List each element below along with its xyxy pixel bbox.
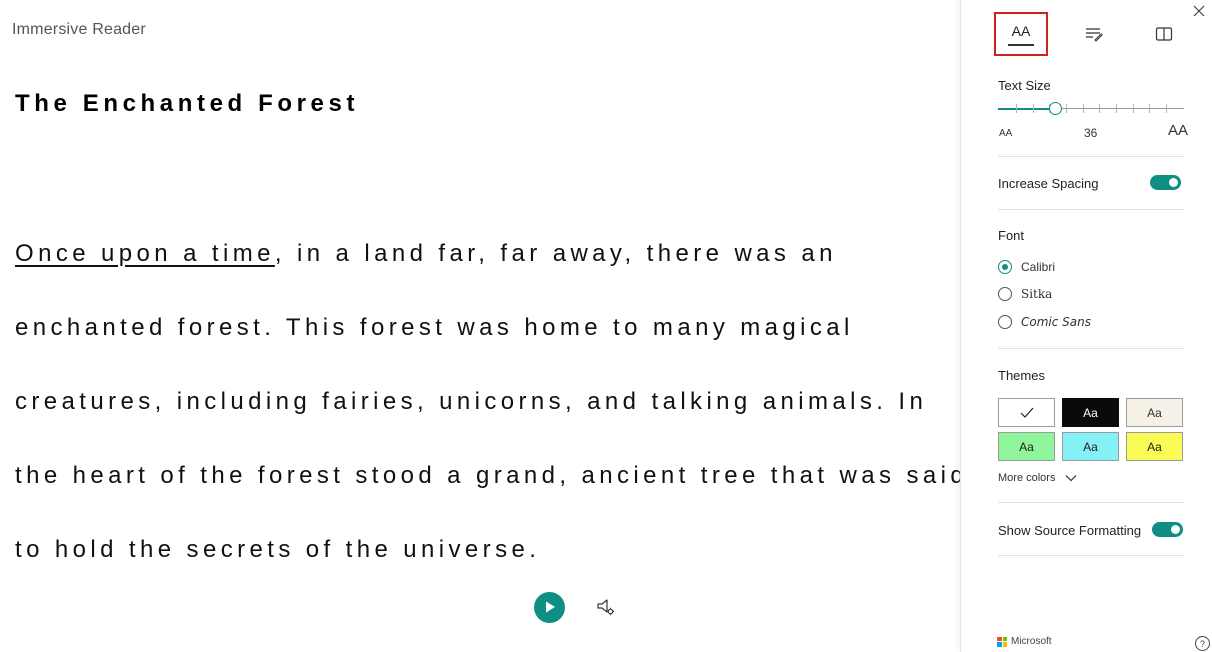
large-text-icon: AA bbox=[1168, 122, 1189, 139]
tab-grammar-options[interactable] bbox=[1067, 12, 1121, 56]
reader-area: Immersive Reader The Enchanted Forest On… bbox=[0, 0, 960, 652]
theme-swatch[interactable]: Aa bbox=[1062, 398, 1119, 427]
theme-swatch-label: Aa bbox=[1019, 439, 1034, 454]
read-aloud-highlight[interactable]: Once upon a time bbox=[15, 240, 275, 267]
font-label: Font bbox=[998, 228, 1025, 243]
help-icon: ? bbox=[1199, 638, 1205, 649]
document-line[interactable]: enchanted forest. This forest was home t… bbox=[15, 314, 854, 342]
theme-swatch[interactable]: Aa bbox=[1126, 398, 1183, 427]
panel-tabs: AA bbox=[994, 12, 1194, 58]
font-option-comic-sans[interactable]: Comic Sans bbox=[998, 313, 1091, 331]
tab-reading-preferences[interactable] bbox=[1137, 12, 1191, 56]
slider-thumb[interactable] bbox=[1048, 102, 1062, 115]
font-option-label: Comic Sans bbox=[1021, 315, 1091, 329]
text-size-slider[interactable] bbox=[998, 100, 1184, 118]
font-option-label: Sitka bbox=[1021, 287, 1053, 301]
document-line[interactable]: Once upon a time, in a land far, far awa… bbox=[15, 240, 837, 268]
theme-swatch[interactable] bbox=[998, 398, 1055, 427]
small-text-icon: AA bbox=[999, 128, 1013, 139]
text-size-value: 36 bbox=[1084, 126, 1098, 140]
text-size-icon: AA bbox=[1011, 23, 1031, 39]
microsoft-brand: Microsoft bbox=[997, 636, 1052, 647]
font-option-calibri[interactable]: Calibri bbox=[998, 258, 1055, 276]
tab-text-preferences[interactable]: AA bbox=[994, 12, 1048, 56]
settings-panel: AA Text Size AA 36 AA Increase Spacing F… bbox=[960, 0, 1212, 652]
radio-button[interactable] bbox=[998, 287, 1012, 301]
slider-tick bbox=[1149, 104, 1151, 113]
document-line[interactable]: creatures, including fairies, unicorns, … bbox=[15, 388, 927, 416]
theme-swatch-label: Aa bbox=[1147, 439, 1162, 454]
line-text: , in a land far, far away, there was an bbox=[274, 240, 837, 267]
slider-tick bbox=[1132, 104, 1134, 113]
slider-tick bbox=[1032, 104, 1034, 113]
show-source-formatting-toggle[interactable] bbox=[1152, 522, 1183, 537]
theme-swatch[interactable]: Aa bbox=[1062, 432, 1119, 461]
theme-swatch-label: Aa bbox=[1083, 405, 1098, 420]
text-size-label: Text Size bbox=[998, 78, 1051, 93]
voice-settings-button[interactable] bbox=[595, 596, 617, 618]
checkmark-icon bbox=[1020, 407, 1033, 418]
increase-spacing-toggle[interactable] bbox=[1150, 175, 1181, 190]
chevron-down-icon bbox=[1066, 475, 1077, 482]
play-button[interactable] bbox=[534, 591, 565, 623]
active-tab-indicator bbox=[1008, 44, 1034, 46]
slider-tick bbox=[1082, 104, 1084, 113]
radio-button[interactable] bbox=[998, 315, 1012, 329]
divider bbox=[998, 348, 1184, 349]
themes-label: Themes bbox=[998, 368, 1045, 383]
font-option-sitka[interactable]: Sitka bbox=[998, 285, 1052, 303]
theme-swatch-label: Aa bbox=[1147, 405, 1162, 420]
increase-spacing-label: Increase Spacing bbox=[998, 176, 1099, 191]
font-option-label: Calibri bbox=[1021, 260, 1056, 274]
help-button[interactable]: ? bbox=[1195, 636, 1210, 651]
slider-fill bbox=[998, 108, 1056, 110]
playback-bar bbox=[534, 591, 617, 623]
close-icon bbox=[1193, 5, 1205, 17]
slider-tick bbox=[1116, 104, 1117, 113]
play-icon bbox=[545, 601, 555, 613]
brand-name: Microsoft bbox=[1011, 636, 1052, 647]
show-source-formatting-label: Show Source Formatting bbox=[998, 523, 1142, 538]
divider bbox=[998, 555, 1184, 556]
book-icon bbox=[1155, 27, 1173, 41]
radio-button[interactable] bbox=[998, 260, 1012, 274]
theme-swatch[interactable]: Aa bbox=[1126, 432, 1183, 461]
divider bbox=[998, 156, 1184, 157]
microsoft-logo-icon bbox=[997, 636, 1007, 647]
slider-tick bbox=[1016, 104, 1017, 113]
slider-tick bbox=[1066, 104, 1067, 113]
divider bbox=[998, 502, 1184, 503]
document-title: The Enchanted Forest bbox=[15, 90, 360, 117]
slider-tick bbox=[1099, 104, 1101, 113]
grammar-icon bbox=[1086, 28, 1103, 42]
more-colors-button[interactable]: More colors bbox=[998, 472, 1077, 484]
theme-swatch-label: Aa bbox=[1083, 439, 1098, 454]
divider bbox=[998, 209, 1184, 210]
theme-swatch[interactable]: Aa bbox=[998, 432, 1055, 461]
slider-tick bbox=[1166, 104, 1167, 113]
more-colors-label: More colors bbox=[998, 472, 1056, 484]
document-line[interactable]: the heart of the forest stood a grand, a… bbox=[15, 462, 960, 490]
voice-settings-icon bbox=[597, 599, 615, 616]
document-line[interactable]: to hold the secrets of the universe. bbox=[15, 536, 540, 564]
app-title: Immersive Reader bbox=[12, 21, 146, 38]
